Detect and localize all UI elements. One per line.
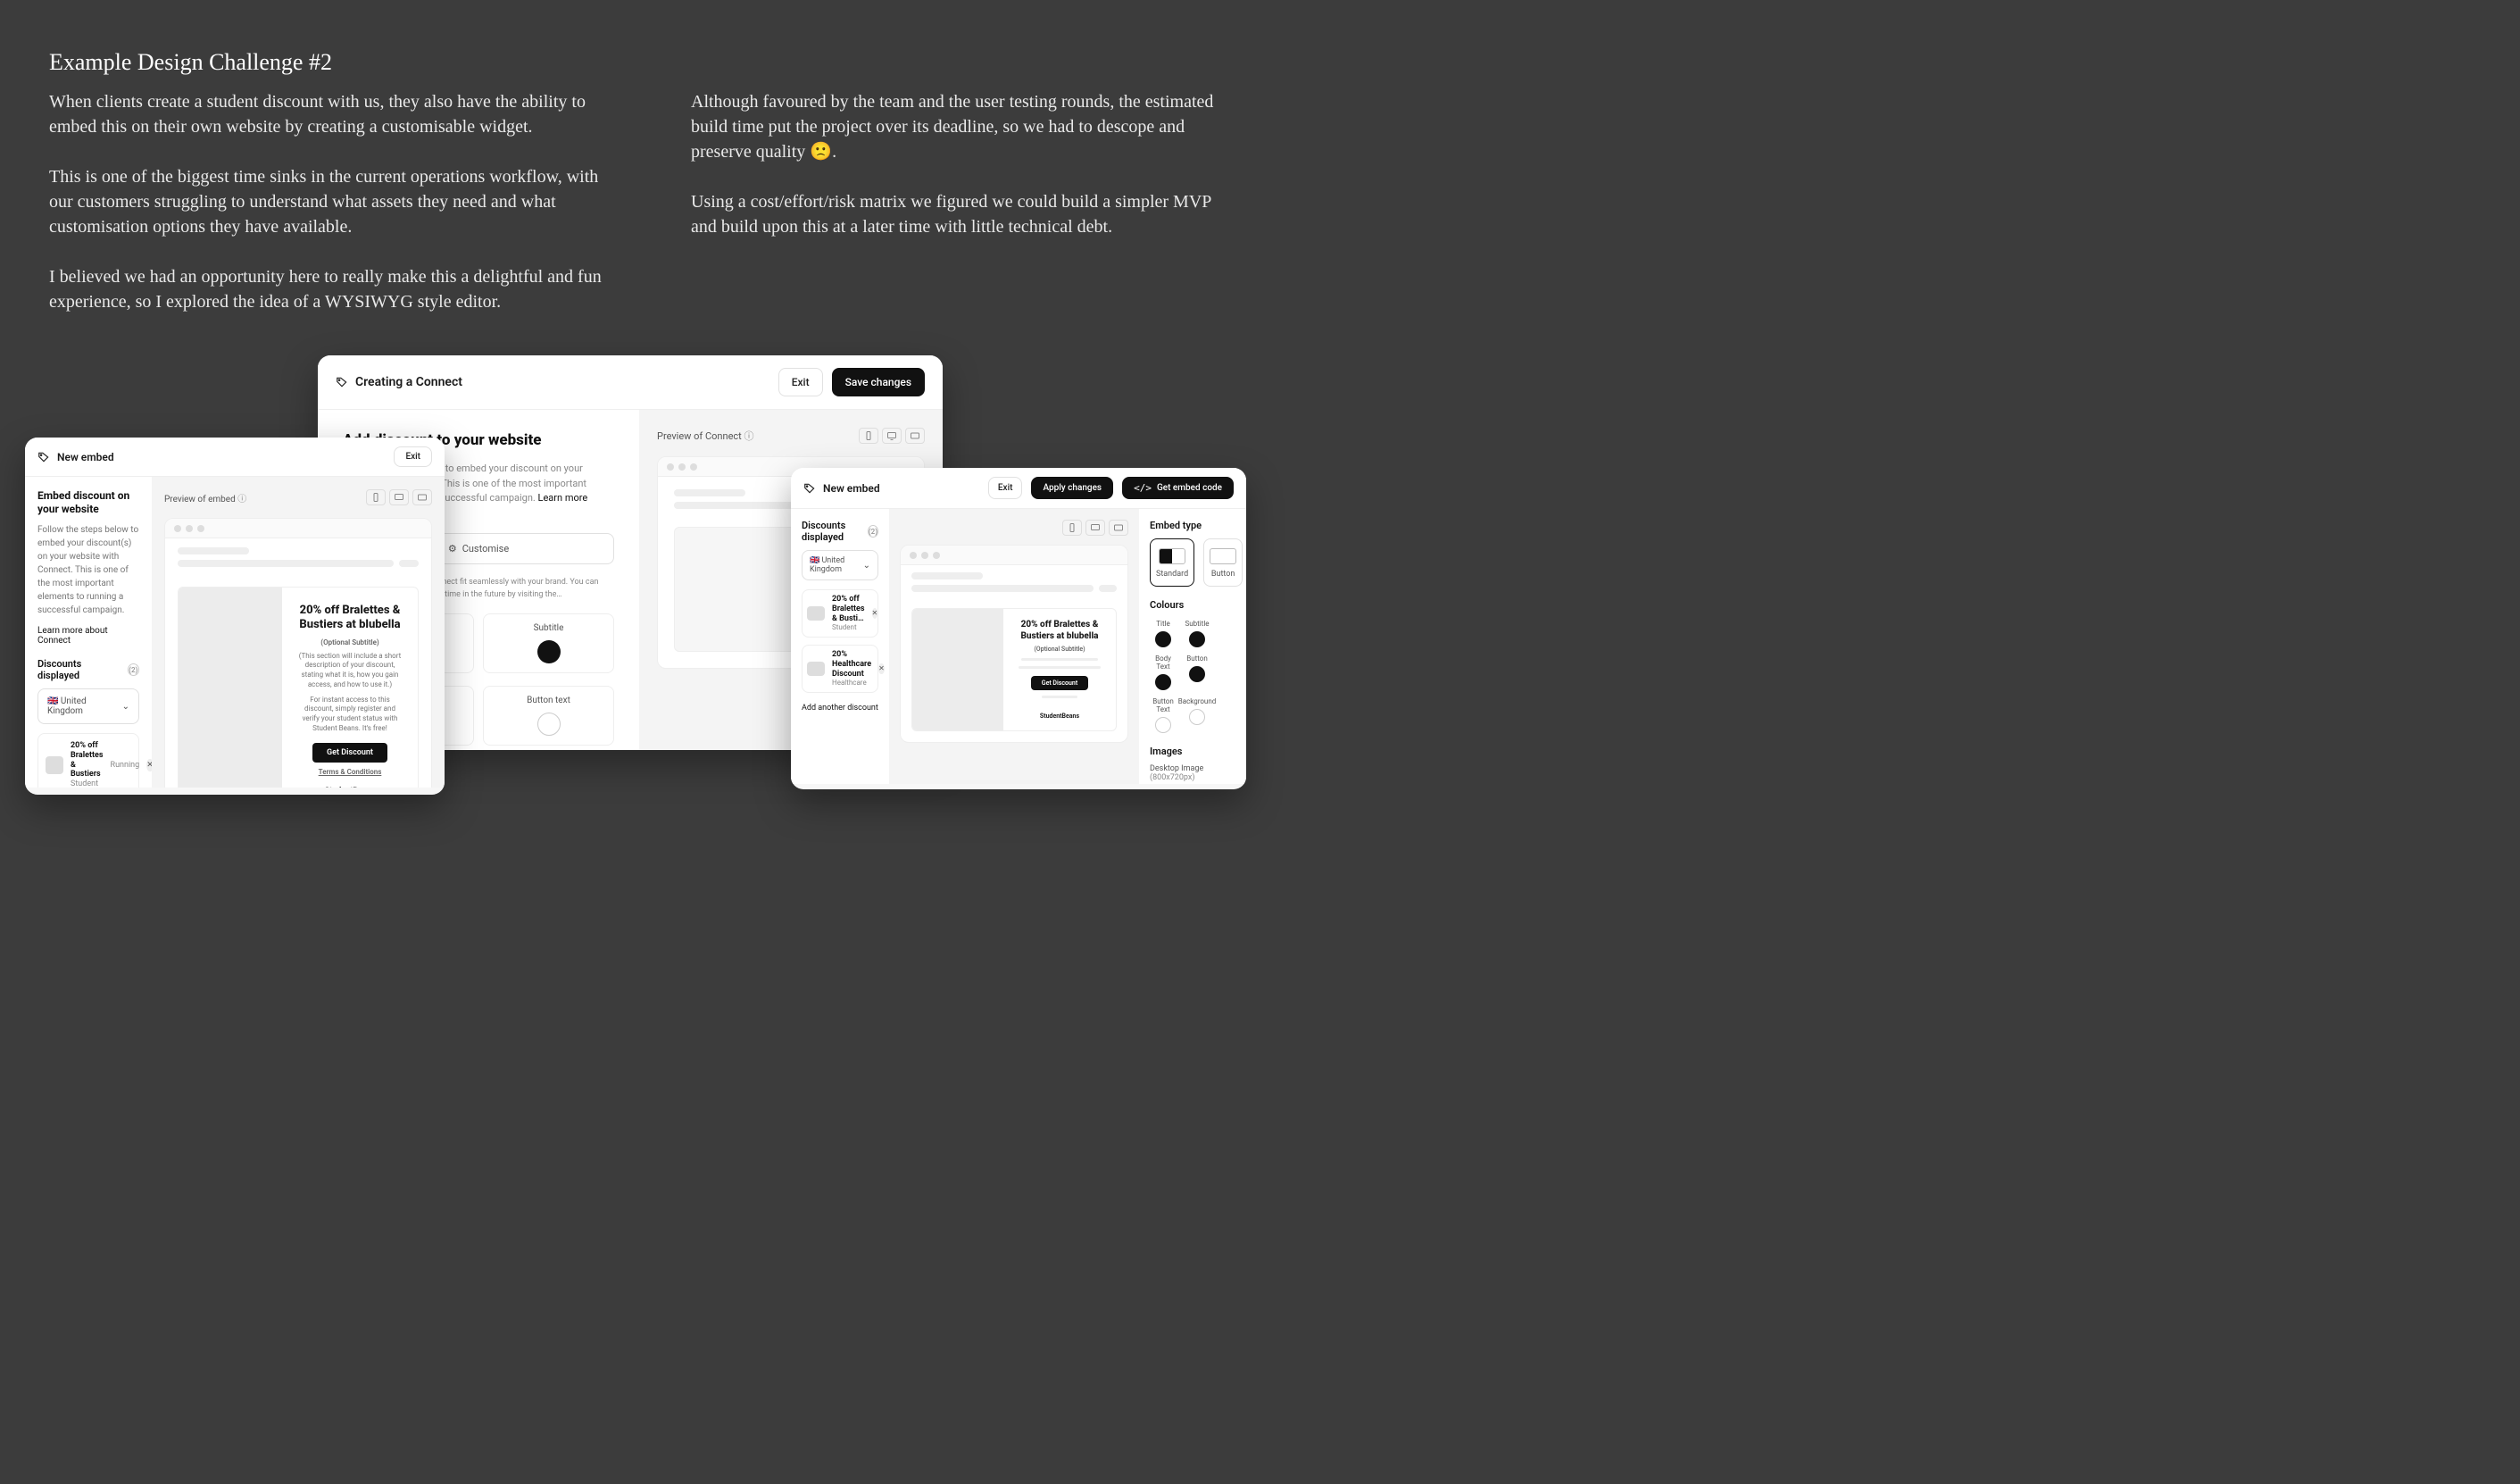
sidebar-heading: Embed discount on your website [37, 489, 139, 516]
discount-count: (2) [868, 525, 878, 538]
embed-type-button[interactable]: Button [1203, 538, 1243, 587]
exit-button[interactable]: Exit [778, 368, 823, 396]
browser-frame: 20% off Bralettes & Bustiers at blubella… [164, 518, 432, 788]
window-title: New embed [57, 451, 114, 463]
controls-panel: Embed type Standard Button Colours Title… [1139, 509, 1246, 784]
preview-label: Preview of Connect [657, 430, 742, 442]
widget-image [912, 609, 1003, 730]
section-discounts: Discounts displayed (2) [37, 658, 139, 681]
colour-subtitle[interactable]: Subtitle [1184, 620, 1210, 647]
para-left-2: This is one of the biggest time sinks in… [49, 164, 620, 239]
discount-count: (2) [128, 663, 139, 676]
device-fullwidth[interactable] [412, 489, 432, 505]
para-right-1: Although favoured by the team and the us… [691, 89, 1218, 164]
widget-cta[interactable]: Get Discount [312, 743, 387, 763]
window-title: New embed [823, 482, 880, 495]
info-icon: ⓘ [237, 495, 246, 504]
section-images: Images [1150, 746, 1235, 757]
widget-desc: (This section will include a short descr… [298, 652, 402, 690]
chevron-down-icon: ⌄ [122, 702, 129, 712]
learn-more-link[interactable]: Learn more about Connect [37, 626, 139, 646]
sidebar-copy: Follow the steps below to embed your dis… [37, 523, 139, 617]
section-colours: Colours [1150, 599, 1235, 611]
discount-thumb [807, 606, 825, 621]
discount-thumb [807, 662, 825, 676]
chevron-down-icon: ⌄ [863, 561, 870, 571]
colour-button-text[interactable]: Button Text [1150, 697, 1177, 733]
device-mobile[interactable] [1062, 520, 1082, 536]
exit-button[interactable]: Exit [988, 477, 1023, 499]
remove-icon[interactable]: ✕ [878, 663, 885, 674]
widget-terms[interactable]: Terms & Conditions [319, 768, 382, 776]
swatch-button-text[interactable]: Button text [483, 686, 614, 746]
device-fullwidth[interactable] [1109, 520, 1128, 536]
colour-body[interactable]: Body Text [1150, 654, 1177, 690]
widget-title: 20% off Bralettes & Bustiers at blubella [1014, 620, 1105, 642]
colour-title[interactable]: Title [1150, 620, 1177, 647]
exit-button[interactable]: Exit [394, 446, 432, 467]
device-mobile[interactable] [859, 428, 878, 444]
discount-item[interactable]: 20% off Bralettes & Busti…Student ✕ [802, 589, 878, 638]
device-desktop[interactable] [1085, 520, 1105, 536]
section-discounts: Discounts displayed (2) [802, 520, 878, 543]
embed-type-standard[interactable]: Standard [1150, 538, 1194, 587]
get-code-button[interactable]: </> Get embed code [1122, 477, 1234, 499]
widget-brand: StudentBeans [325, 787, 376, 788]
widget-brand: StudentBeans [1040, 713, 1079, 720]
discount-item[interactable]: 20% Healthcare DiscountHealthcare ✕ [802, 645, 878, 693]
para-left-1: When clients create a student discount w… [49, 89, 620, 139]
tag-icon [336, 376, 348, 388]
device-mobile[interactable] [366, 489, 386, 505]
window-new-embed-right: New embed Exit Apply changes </> Get emb… [791, 468, 1246, 789]
widget-desc-2: For instant access to this discount, sim… [298, 696, 402, 734]
info-icon: ⓘ [744, 430, 754, 442]
section-embed-type: Embed type [1150, 520, 1235, 531]
discount-item[interactable]: 20% off Bralettes & BustiersStudent Runn… [37, 733, 139, 788]
window-new-embed-left: New embed Exit Embed discount on your we… [25, 438, 445, 795]
copy-left: When clients create a student discount w… [49, 89, 620, 314]
widget-subtitle: (Optional Subtitle) [320, 638, 378, 646]
discount-thumb [46, 756, 63, 774]
para-right-2: Using a cost/effort/risk matrix we figur… [691, 189, 1218, 239]
sliders-icon: ⚙︎ [448, 543, 457, 554]
apply-button[interactable]: Apply changes [1031, 477, 1113, 499]
tag-icon [37, 451, 50, 463]
colour-background[interactable]: Background [1184, 697, 1210, 733]
remove-icon[interactable]: ✕ [872, 608, 878, 619]
browser-frame: 20% off Bralettes & Bustiers at blubella… [900, 545, 1128, 743]
swatch-subtitle[interactable]: Subtitle [483, 613, 614, 673]
widget-subtitle: (Optional Subtitle) [1034, 646, 1085, 653]
left-panel: Embed discount on your website Follow th… [25, 477, 152, 788]
colour-button[interactable]: Button [1184, 654, 1210, 690]
discounts-panel: Discounts displayed (2) 🇬🇧 United Kingdo… [791, 509, 889, 784]
widget-cta[interactable]: Get Discount [1031, 676, 1088, 690]
widget-title: 20% off Bralettes & Bustiers at blubella [298, 604, 402, 633]
device-desktop[interactable] [389, 489, 409, 505]
preview-label: Preview of embed [164, 495, 236, 504]
country-dropdown[interactable]: 🇬🇧 United Kingdom⌄ [37, 688, 139, 724]
add-discount-link[interactable]: Add another discount [802, 704, 878, 713]
save-button[interactable]: Save changes [832, 368, 925, 396]
para-left-3: I believed we had an opportunity here to… [49, 264, 620, 314]
widget-image [179, 588, 282, 788]
device-fullwidth[interactable] [905, 428, 925, 444]
device-desktop[interactable] [882, 428, 902, 444]
preview-area: 20% off Bralettes & Bustiers at blubella… [889, 509, 1139, 784]
copy-right: Although favoured by the team and the us… [691, 89, 1218, 239]
tag-icon [803, 482, 816, 495]
country-dropdown[interactable]: 🇬🇧 United Kingdom⌄ [802, 550, 878, 580]
window-title: Creating a Connect [355, 375, 462, 389]
page-title: Example Design Challenge #2 [49, 49, 332, 76]
code-icon: </> [1134, 482, 1152, 494]
preview-area: Preview of embed ⓘ [152, 477, 445, 788]
